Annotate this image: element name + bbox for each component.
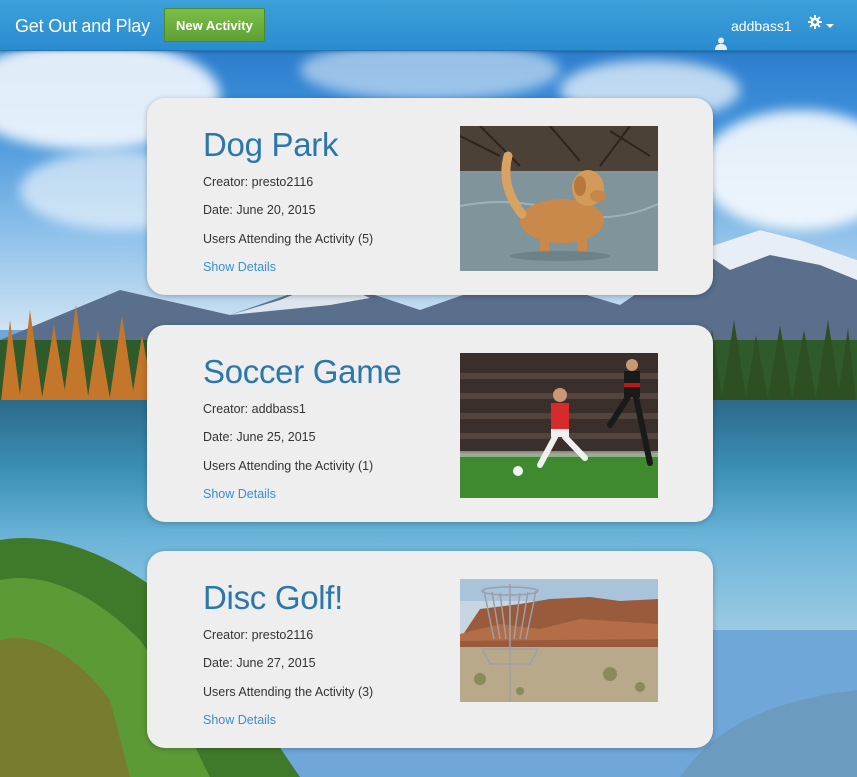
activity-photo-disc-golf	[460, 579, 658, 702]
activity-title: Dog Park	[203, 126, 339, 163]
activity-date: Date: June 25, 2015	[203, 430, 316, 444]
activity-date: Date: June 27, 2015	[203, 656, 316, 670]
settings-dropdown[interactable]	[808, 0, 834, 50]
user-icon	[715, 19, 727, 50]
activity-creator: Creator: presto2116	[203, 175, 314, 189]
activity-attendees: Users Attending the Activity (3)	[203, 685, 374, 699]
show-details-link[interactable]: Show Details	[203, 487, 276, 501]
user-menu-link[interactable]: addbass1	[715, 0, 792, 52]
brand-link[interactable]: Get Out and Play	[15, 0, 150, 52]
username-label: addbass1	[731, 18, 792, 34]
activity-date: Date: June 20, 2015	[203, 203, 316, 217]
activity-card: Soccer Game Creator: addbass1 Date: June…	[147, 325, 713, 522]
activity-card: Disc Golf! Creator: presto2116 Date: Jun…	[147, 551, 713, 748]
activity-creator: Creator: addbass1	[203, 402, 306, 416]
activity-title: Soccer Game	[203, 353, 402, 390]
show-details-link[interactable]: Show Details	[203, 260, 276, 274]
activity-photo-dog	[460, 126, 658, 271]
activity-photo-soccer	[460, 353, 658, 498]
activity-attendees: Users Attending the Activity (1)	[203, 459, 374, 473]
top-navbar: Get Out and Play New Activity addbass1	[0, 0, 857, 51]
gear-icon	[808, 0, 822, 50]
activity-card: Dog Park Creator: presto2116 Date: June …	[147, 98, 713, 295]
activity-attendees: Users Attending the Activity (5)	[203, 232, 374, 246]
activity-creator: Creator: presto2116	[203, 628, 314, 642]
chevron-down-icon	[826, 24, 834, 28]
new-activity-button[interactable]: New Activity	[164, 8, 265, 42]
activity-title: Disc Golf!	[203, 579, 344, 616]
show-details-link[interactable]: Show Details	[203, 713, 276, 727]
